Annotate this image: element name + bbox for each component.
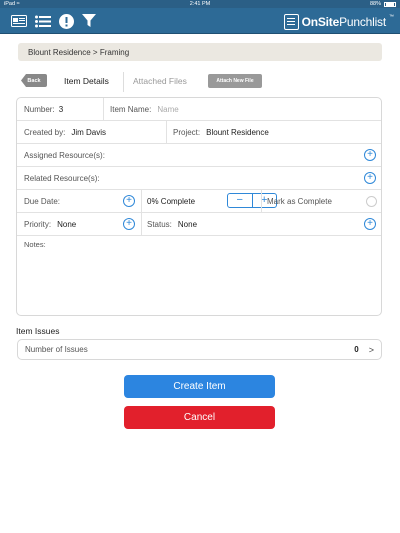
- item-name-field[interactable]: Item Name: Name: [110, 98, 179, 120]
- issues-count: 0: [354, 345, 359, 354]
- number-label: Number:: [24, 104, 55, 114]
- mark-complete-checkbox[interactable]: [366, 196, 377, 207]
- row-due-completion: Due Date: + 0% Complete − + Mark as Comp…: [17, 190, 381, 213]
- column-divider: [141, 190, 142, 212]
- brand-logo: OnSitePunchlist ™: [283, 13, 394, 30]
- battery-percent: 88%: [369, 1, 381, 7]
- related-resources-label: Related Resource(s):: [24, 173, 100, 183]
- filter-icon[interactable]: [80, 12, 98, 30]
- app-toolbar: OnSitePunchlist ™: [0, 8, 400, 34]
- status-value: None: [177, 219, 198, 229]
- related-resources-field: Related Resource(s):: [24, 167, 100, 189]
- number-value: 3: [58, 104, 64, 114]
- status-label: Status:: [147, 219, 172, 229]
- column-divider: [141, 213, 142, 235]
- priority-value: None: [57, 219, 77, 229]
- notes-field[interactable]: Notes:: [17, 236, 381, 315]
- card-icon[interactable]: [10, 12, 28, 30]
- mark-complete-field: Mark as Complete: [267, 190, 332, 212]
- trademark: ™: [389, 14, 394, 20]
- back-button[interactable]: Back: [21, 74, 47, 87]
- due-date-field: Due Date:: [24, 190, 60, 212]
- project-value[interactable]: Blount Residence: [206, 128, 269, 137]
- row-created-project: Created by: Jim Davis Project: Blount Re…: [17, 121, 381, 144]
- tab-attached-files[interactable]: Attached Files: [133, 76, 187, 86]
- status-bar: iPad ≈ 2:41 PM 88%: [0, 0, 400, 8]
- alert-icon[interactable]: [57, 12, 75, 30]
- column-divider: [103, 98, 104, 120]
- column-divider: [166, 121, 167, 143]
- item-name-input[interactable]: Name: [157, 105, 178, 114]
- item-name-label: Item Name:: [110, 104, 152, 114]
- row-related-resources[interactable]: Related Resource(s): +: [17, 167, 381, 190]
- add-related-resource-icon[interactable]: +: [364, 172, 376, 184]
- assigned-resources-field: Assigned Resource(s):: [24, 144, 105, 166]
- created-by-field: Created by: Jim Davis: [24, 121, 106, 143]
- item-details-form: Number: 3 Item Name: Name Created by: Ji…: [16, 97, 382, 316]
- priority-field: Priority: None: [24, 213, 76, 235]
- mark-complete-label: Mark as Complete: [267, 196, 332, 206]
- battery-icon: [384, 1, 396, 7]
- clock: 2:41 PM: [189, 1, 211, 7]
- tab-divider: [123, 72, 124, 92]
- decrement-button[interactable]: −: [228, 194, 253, 207]
- cancel-button[interactable]: Cancel: [124, 406, 275, 429]
- notes-label: Notes:: [24, 240, 46, 249]
- created-by-value: Jim Davis: [71, 127, 107, 137]
- attach-new-file-button[interactable]: Attach New File: [208, 74, 262, 88]
- project-field[interactable]: Project: Blount Residence: [173, 121, 269, 143]
- set-priority-icon[interactable]: +: [123, 218, 135, 230]
- percent-complete-field: 0% Complete: [147, 190, 195, 212]
- brand-name: OnSitePunchlist: [301, 14, 387, 29]
- number-of-issues-label: Number of Issues: [25, 345, 88, 354]
- row-priority-status: Priority: None + Status: None +: [17, 213, 381, 236]
- item-issues-heading: Item Issues: [16, 326, 60, 336]
- created-by-label: Created by:: [24, 127, 66, 137]
- tab-item-details[interactable]: Item Details: [64, 76, 109, 86]
- create-item-button[interactable]: Create Item: [124, 375, 275, 398]
- list-icon[interactable]: [34, 12, 52, 30]
- percent-complete-value: 0% Complete: [147, 196, 196, 206]
- project-label: Project:: [173, 127, 201, 137]
- add-due-date-icon[interactable]: +: [123, 195, 135, 207]
- number-field: Number: 3: [24, 98, 63, 120]
- add-assigned-resource-icon[interactable]: +: [364, 149, 376, 161]
- status-field: Status: None: [147, 213, 197, 235]
- breadcrumb: Blount Residence > Framing: [18, 43, 382, 61]
- priority-label: Priority:: [24, 219, 52, 229]
- chevron-right-icon: >: [368, 344, 374, 355]
- row-number-name: Number: 3 Item Name: Name: [17, 98, 381, 121]
- clipboard-icon: [283, 13, 299, 30]
- set-status-icon[interactable]: +: [364, 218, 376, 230]
- battery-status: 88%: [370, 1, 396, 7]
- assigned-resources-label: Assigned Resource(s):: [24, 150, 105, 160]
- number-of-issues-row[interactable]: Number of Issues 0 >: [17, 339, 382, 360]
- due-date-label: Due Date:: [24, 196, 61, 206]
- row-assigned-resources[interactable]: Assigned Resource(s): +: [17, 144, 381, 167]
- column-divider: [261, 190, 262, 212]
